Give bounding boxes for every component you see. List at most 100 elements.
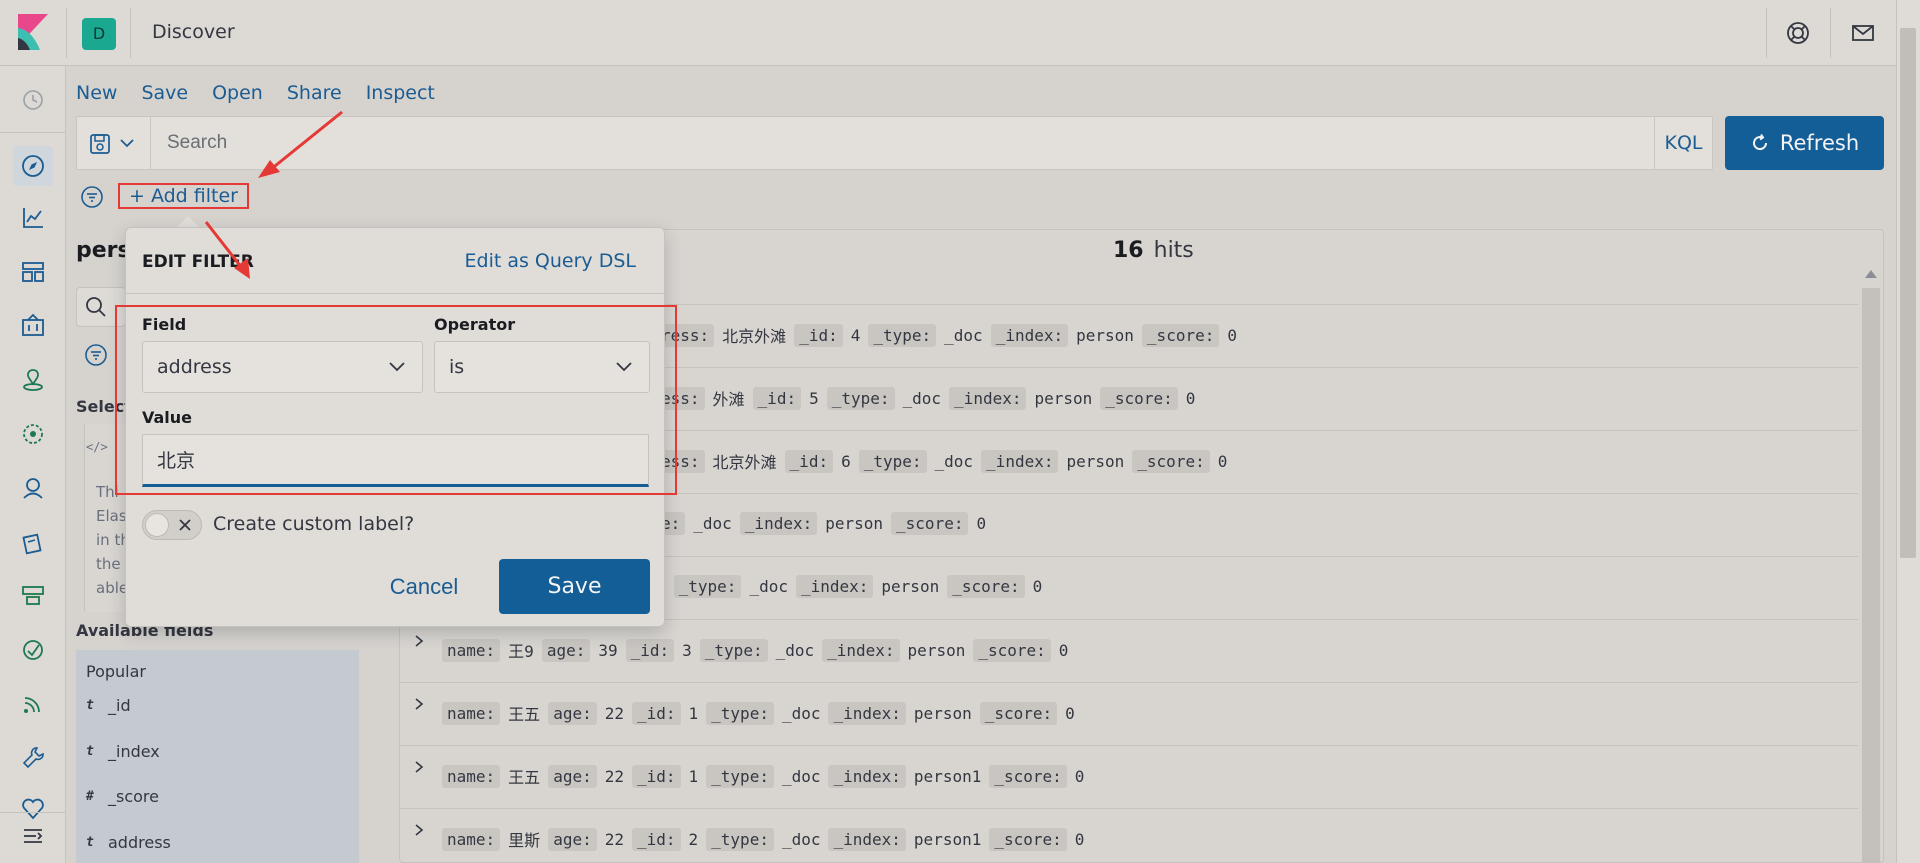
new-button[interactable]: New	[76, 82, 117, 104]
mail-icon[interactable]	[1850, 20, 1876, 46]
field-type-icon: #	[86, 789, 94, 804]
visualize-chart-icon[interactable]	[19, 204, 47, 232]
logs-icon[interactable]	[19, 528, 47, 556]
field-key: _score:	[891, 512, 969, 535]
help-icon[interactable]	[1785, 20, 1811, 46]
custom-label-toggle[interactable]	[142, 510, 202, 540]
query-language-switch[interactable]: KQL	[1654, 117, 1712, 169]
field-value: _doc	[781, 829, 821, 849]
operator-select[interactable]: is	[434, 341, 650, 393]
field-value: _doc	[749, 577, 788, 596]
field-value: 外滩	[712, 390, 745, 409]
field-key: _score:	[989, 827, 1067, 851]
field-key: _index:	[828, 701, 906, 725]
collapse-nav-icon[interactable]	[19, 822, 47, 850]
dev-tools-wrench-icon[interactable]	[19, 744, 47, 772]
discover-compass-icon[interactable]	[19, 152, 47, 180]
apm-icon[interactable]	[19, 636, 47, 664]
field-key: _id:	[631, 701, 681, 725]
field-key: name:	[442, 827, 501, 851]
source-desc-line: able	[96, 579, 126, 597]
refresh-icon	[1752, 133, 1767, 151]
hits-number: 16	[1113, 238, 1144, 263]
add-filter-button[interactable]: + Add filter	[118, 183, 249, 209]
page-scrollbar-thumb[interactable]	[1900, 28, 1916, 558]
document-row[interactable]: name: 王9 age: 39 _id: 3 _type: _doc _index: perso…	[400, 619, 1858, 682]
field-key: _id:	[784, 449, 834, 473]
top-nav-menu: New Save Open Share Inspect	[76, 82, 435, 104]
results-scrollbar-thumb[interactable]	[1862, 288, 1880, 863]
space-avatar[interactable]: D	[82, 18, 116, 50]
field-value: 王9	[508, 642, 534, 661]
document-row[interactable]: name: 王五 age: 22 _id: 1 _type: _doc _index: perso…	[400, 682, 1858, 745]
field-key: _index:	[828, 764, 906, 788]
field-key: _index:	[981, 449, 1059, 473]
siem-icon[interactable]	[19, 474, 47, 502]
field-value: 王五	[508, 705, 541, 724]
field-item[interactable]: # _score	[86, 787, 159, 806]
field-value: person	[1034, 388, 1093, 408]
monitoring-heart-icon[interactable]	[19, 794, 47, 822]
expand-chevron-icon[interactable]	[412, 823, 426, 837]
open-button[interactable]: Open	[212, 82, 263, 104]
document-row[interactable]: name: 里斯 age: 22 _id: 2 _type: _doc _index: perso…	[400, 808, 1858, 863]
uptime-icon[interactable]	[19, 690, 47, 718]
field-value: 0	[1065, 703, 1075, 723]
field-value: _doc	[944, 325, 983, 345]
field-key: _type:	[826, 386, 895, 410]
maps-icon[interactable]	[19, 366, 47, 394]
inspect-button[interactable]: Inspect	[366, 82, 435, 104]
left-nav	[0, 66, 66, 863]
expand-chevron-icon[interactable]	[412, 697, 426, 711]
save-search-button[interactable]: Save	[141, 82, 188, 104]
edit-as-query-dsl-link[interactable]: Edit as Query DSL	[465, 250, 636, 272]
saved-query-menu[interactable]	[77, 117, 151, 169]
nav-divider	[0, 132, 66, 133]
index-pattern-title[interactable]: pers	[76, 238, 131, 263]
dashboard-icon[interactable]	[19, 258, 47, 286]
cancel-button[interactable]: Cancel	[364, 560, 484, 614]
field-item[interactable]: t address	[86, 833, 171, 852]
field-key: _index:	[739, 512, 818, 535]
field-key: _score:	[989, 764, 1067, 788]
field-value: 王五	[508, 768, 541, 787]
field-value: 22	[604, 829, 624, 849]
field-key: _type:	[706, 827, 774, 851]
document-row[interactable]: name: 王五 age: 22 _id: 1 _type: _doc _index: perso…	[400, 745, 1858, 808]
expand-chevron-icon[interactable]	[412, 634, 426, 648]
header-divider	[1830, 8, 1831, 58]
source-desc-line: the	[96, 555, 121, 573]
document-summary: ess: 外滩 _id: 5 _type: _doc _index: person _score…	[656, 386, 1203, 410]
document-summary: name: 王五 age: 22 _id: 1 _type: _doc _index: perso…	[442, 701, 1083, 725]
custom-label-text: Create custom label?	[213, 513, 415, 535]
save-button[interactable]: Save	[499, 559, 650, 614]
canvas-icon[interactable]	[19, 312, 47, 340]
field-search-input[interactable]	[76, 287, 126, 327]
document-summary: name: 王五 age: 22 _id: 1 _type: _doc _index: perso…	[442, 764, 1092, 788]
field-item[interactable]: t _id	[86, 696, 131, 715]
scroll-up-arrow-icon[interactable]	[1865, 270, 1877, 278]
recent-clock-icon[interactable]	[19, 86, 47, 114]
page-title: Discover	[152, 21, 235, 43]
share-button[interactable]: Share	[287, 82, 342, 104]
value-input[interactable]	[142, 434, 649, 487]
kibana-logo-icon[interactable]	[18, 14, 48, 50]
field-value: person1	[913, 829, 982, 849]
field-item[interactable]: t _index	[86, 742, 160, 761]
field-select-value: address	[157, 356, 232, 378]
document-summary: 2_type:_doc_index:person_score:0	[656, 575, 1050, 598]
field-key: _type:	[706, 764, 774, 788]
field-value: _doc	[781, 703, 821, 723]
field-type-icon: t	[86, 698, 94, 713]
field-value: _doc	[902, 388, 942, 408]
field-filter-icon[interactable]	[84, 343, 108, 367]
refresh-button[interactable]: Refresh	[1725, 116, 1884, 170]
ml-icon[interactable]	[19, 420, 47, 448]
field-value: 3	[682, 640, 692, 660]
filter-options-icon[interactable]	[80, 185, 104, 209]
toggle-knob	[145, 513, 169, 537]
expand-chevron-icon[interactable]	[412, 760, 426, 774]
field-select[interactable]: address	[142, 341, 423, 393]
search-input[interactable]	[167, 129, 1567, 157]
infrastructure-icon[interactable]	[19, 582, 47, 610]
